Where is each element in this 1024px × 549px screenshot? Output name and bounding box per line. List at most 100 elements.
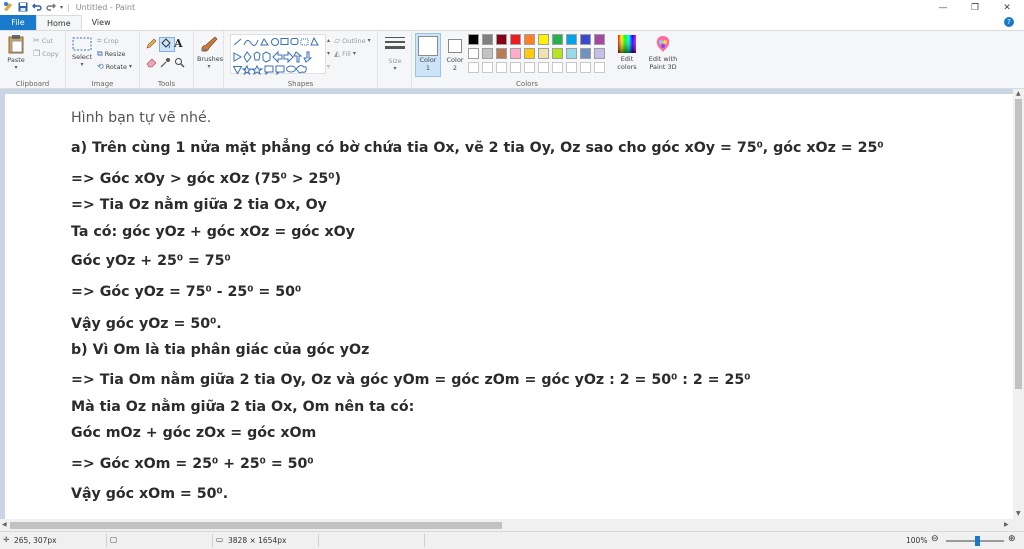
save-icon[interactable]	[18, 2, 28, 14]
canvas-area[interactable]: Hình bạn tự vẽ nhé. a) Trên cùng 1 nửa m…	[0, 89, 1013, 519]
color-swatch[interactable]	[566, 48, 577, 59]
zoom-slider[interactable]	[946, 536, 1004, 546]
brushes-label: Brushes	[197, 55, 224, 63]
color1-button[interactable]: Color 1	[415, 33, 441, 77]
drawing-canvas[interactable]: Hình bạn tự vẽ nhé. a) Trên cùng 1 nửa m…	[5, 94, 1013, 519]
shapes-gallery[interactable]	[230, 34, 326, 76]
custom-color-swatch[interactable]	[496, 62, 507, 73]
fill-button[interactable]: ◭ Fill ▾	[334, 49, 356, 58]
copy-icon: ❐	[33, 49, 41, 58]
undo-icon[interactable]	[32, 2, 42, 14]
image-group: Select ▾ ⌗ Crop ⧉ Resize ⟲ Rotate ▾ Imag…	[66, 31, 140, 89]
shapes-expand-icon[interactable]: ▿	[327, 60, 333, 73]
help-icon: ?	[1007, 18, 1011, 26]
rotate-button[interactable]: ⟲ Rotate ▾	[97, 62, 132, 71]
custom-color-swatch[interactable]	[468, 62, 479, 73]
color2-label: Color	[446, 56, 464, 64]
tools-group: A Tools	[140, 31, 194, 89]
brushes-button[interactable]: Brushes ▾	[197, 35, 224, 70]
horizontal-scroll-thumb[interactable]	[10, 522, 502, 529]
color-palette	[468, 34, 618, 78]
color-swatch[interactable]	[496, 48, 507, 59]
canvas-text-line: => Tia Om nằm giữa 2 tia Oy, Oz và góc y…	[71, 372, 751, 388]
vertical-scrollbar[interactable]: ▲ ▼	[1013, 89, 1024, 519]
horizontal-scrollbar[interactable]: ◀ ▶	[0, 519, 1013, 531]
size-label: Size	[388, 57, 402, 65]
select-rectangle-icon	[72, 37, 92, 53]
color-swatch[interactable]	[468, 34, 479, 45]
color-swatch[interactable]	[524, 48, 535, 59]
close-button[interactable]: ✕	[992, 0, 1022, 15]
custom-color-swatch[interactable]	[510, 62, 521, 73]
paste-button[interactable]: Paste ▾	[5, 34, 27, 71]
color-swatch[interactable]	[468, 48, 479, 59]
custom-color-swatch[interactable]	[524, 62, 535, 73]
scroll-right-icon[interactable]: ▶	[1004, 521, 1009, 528]
size-button[interactable]: Size ▾	[383, 36, 407, 72]
shapes-scroll-down-icon[interactable]: ▾	[327, 47, 333, 60]
canvas-text-line: Góc mOz + góc zOx = góc xOm	[71, 425, 317, 441]
fill-bucket-icon[interactable]	[159, 37, 175, 52]
maximize-button[interactable]: ❐	[960, 0, 990, 15]
custom-color-swatch[interactable]	[594, 62, 605, 73]
canvas-text-line: Vậy góc yOz = 50⁰.	[71, 316, 222, 332]
outline-label: Outline	[342, 36, 366, 45]
vertical-scroll-thumb[interactable]	[1015, 99, 1022, 389]
custom-color-swatch[interactable]	[580, 62, 591, 73]
redo-icon[interactable]	[46, 2, 56, 14]
crop-icon: ⌗	[97, 36, 102, 45]
color-swatch[interactable]	[482, 34, 493, 45]
color-swatch[interactable]	[566, 34, 577, 45]
color-swatch[interactable]	[538, 34, 549, 45]
select-dropdown-icon: ▾	[80, 61, 84, 68]
zoom-in-button[interactable]: ⊕	[1008, 534, 1016, 544]
cut-button[interactable]: ✂ Cut	[33, 36, 53, 45]
scroll-left-icon[interactable]: ◀	[2, 521, 7, 528]
color-swatch[interactable]	[524, 34, 535, 45]
text-tool-icon[interactable]: A	[174, 38, 188, 51]
customize-toolbar-icon[interactable]: ▾	[60, 4, 63, 11]
brushes-dropdown-icon: ▾	[207, 63, 211, 70]
color-swatch[interactable]	[538, 48, 549, 59]
minimize-button[interactable]: —	[928, 0, 958, 15]
color-swatch[interactable]	[594, 34, 605, 45]
shapes-scroll-up-icon[interactable]: ▴	[327, 34, 333, 47]
color-picker-icon[interactable]	[160, 57, 174, 70]
custom-color-swatch[interactable]	[552, 62, 563, 73]
help-button[interactable]: ?	[1004, 17, 1014, 27]
color-swatch[interactable]	[580, 48, 591, 59]
color-swatch[interactable]	[552, 34, 563, 45]
shapes-scroll[interactable]: ▴ ▾ ▿	[327, 34, 333, 74]
pencil-icon[interactable]	[146, 38, 160, 51]
custom-color-swatch[interactable]	[538, 62, 549, 73]
fill-icon: ◭	[334, 49, 341, 58]
zoom-slider-thumb[interactable]	[975, 536, 981, 546]
zoom-out-button[interactable]: ⊖	[931, 534, 939, 544]
edit-with-paint3d-button[interactable]: Edit with Paint 3D	[646, 33, 680, 77]
edit-colors-button[interactable]: Edit colors	[614, 33, 640, 77]
color-swatch[interactable]	[580, 34, 591, 45]
color2-button[interactable]: Color 2	[443, 33, 467, 77]
color-swatch[interactable]	[510, 34, 521, 45]
scroll-down-icon[interactable]: ▼	[1016, 510, 1021, 517]
scroll-up-icon[interactable]: ▲	[1016, 90, 1021, 97]
color-swatch[interactable]	[482, 48, 493, 59]
eraser-icon[interactable]	[146, 57, 160, 70]
color-swatch[interactable]	[594, 48, 605, 59]
custom-color-swatch[interactable]	[482, 62, 493, 73]
custom-color-swatch[interactable]	[566, 62, 577, 73]
resize-button[interactable]: ⧉ Resize	[97, 49, 126, 59]
color-swatch[interactable]	[552, 48, 563, 59]
tab-home[interactable]: Home	[36, 15, 82, 30]
copy-button[interactable]: ❐ Copy	[33, 49, 59, 58]
outline-button[interactable]: ▱ Outline ▾	[334, 36, 371, 45]
color-swatch[interactable]	[510, 48, 521, 59]
tab-file[interactable]: File	[0, 15, 36, 30]
select-button[interactable]: Select ▾	[71, 37, 93, 68]
tab-view[interactable]: View	[82, 15, 121, 30]
color-swatch[interactable]	[496, 34, 507, 45]
colors-group: Color 1 Color 2 Edit colors Colors Edit …	[412, 31, 684, 89]
magnifier-icon[interactable]	[174, 57, 188, 70]
canvas-text-line: a) Trên cùng 1 nửa mặt phẳng có bờ chứa …	[71, 140, 884, 156]
crop-button[interactable]: ⌗ Crop	[97, 36, 119, 46]
